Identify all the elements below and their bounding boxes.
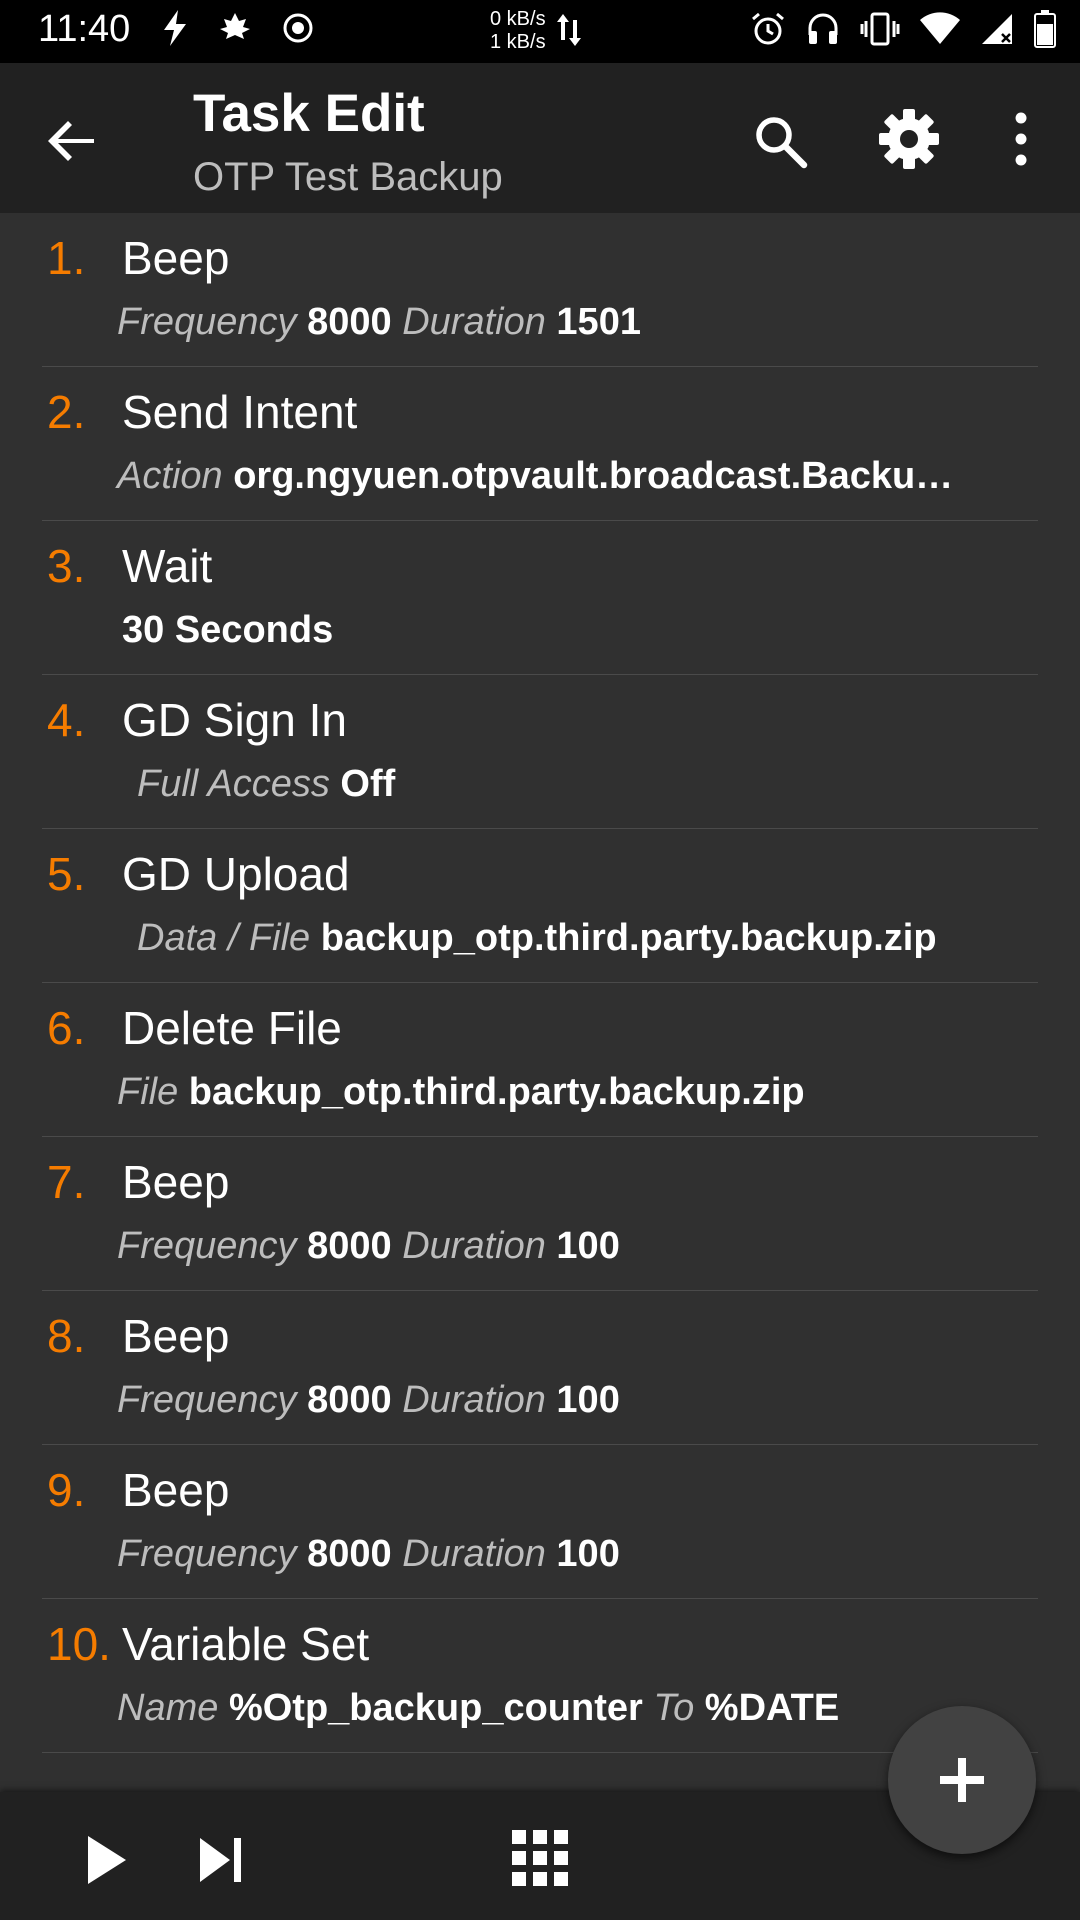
- list-item[interactable]: 10. Variable Set Name %Otp_backup_counte…: [42, 1599, 1038, 1753]
- list-item[interactable]: 5. GD Upload Data / File backup_otp.thir…: [42, 829, 1038, 983]
- param-label: Frequency: [117, 1533, 297, 1575]
- back-arrow-icon[interactable]: [44, 113, 100, 169]
- param-value: org.ngyuen.otpvault.broadcast.Backu…: [233, 455, 954, 497]
- action-details: Full Access Off: [137, 763, 395, 806]
- task-name: OTP Test Backup: [193, 155, 503, 199]
- action-details: 30 Seconds: [122, 609, 333, 652]
- action-number: 9.: [47, 1464, 86, 1516]
- param-value: 8000: [307, 1379, 392, 1421]
- app-bar: Task Edit OTP Test Backup: [0, 63, 1080, 213]
- action-title: Variable Set: [122, 1618, 370, 1670]
- param-label: Duration: [402, 301, 546, 343]
- search-icon[interactable]: [750, 111, 810, 171]
- param-value: 8000: [307, 1225, 392, 1267]
- list-item[interactable]: 7. Beep Frequency 8000 Duration 100: [42, 1137, 1038, 1291]
- param-value: backup_otp.third.party.backup.zip: [188, 1071, 805, 1113]
- wifi-icon: [920, 12, 960, 44]
- param-label: Name: [117, 1687, 219, 1729]
- action-title: Beep: [122, 1310, 230, 1362]
- param-label: To: [653, 1687, 695, 1729]
- param-value: 8000: [307, 301, 392, 343]
- net-up-text: 1 kB/s: [490, 31, 546, 53]
- action-title: GD Sign In: [122, 694, 347, 746]
- vibrate-icon: [860, 12, 900, 46]
- status-bar: 11:40 0 kB/s 1 kB/s: [0, 0, 1080, 63]
- action-number: 8.: [47, 1310, 86, 1362]
- action-title: Beep: [122, 232, 230, 284]
- param-value: 100: [556, 1225, 620, 1267]
- param-label: Frequency: [117, 1379, 297, 1421]
- action-details: Name %Otp_backup_counter To %DATE: [117, 1687, 839, 1730]
- action-title: Beep: [122, 1156, 230, 1208]
- action-details: Frequency 8000 Duration 1501: [117, 301, 641, 344]
- list-item[interactable]: 3. Wait 30 Seconds: [42, 521, 1038, 675]
- apps-grid-icon[interactable]: [510, 1828, 570, 1888]
- param-value: 30 Seconds: [122, 609, 334, 651]
- param-label: Data / File: [137, 917, 311, 959]
- net-down-text: 0 kB/s: [490, 8, 546, 30]
- action-list: 1. Beep Frequency 8000 Duration 1501 2. …: [0, 213, 1080, 1753]
- param-value: %Otp_backup_counter: [228, 1687, 643, 1729]
- alarm-icon: [752, 12, 784, 45]
- action-number: 3.: [47, 540, 86, 592]
- more-vert-icon[interactable]: [1000, 108, 1042, 170]
- page-title: Task Edit: [193, 84, 425, 143]
- param-label: Duration: [402, 1379, 546, 1421]
- flash-icon: [164, 10, 186, 46]
- leaf-icon: [220, 13, 250, 39]
- play-icon[interactable]: [80, 1832, 130, 1888]
- list-item[interactable]: 4. GD Sign In Full Access Off: [42, 675, 1038, 829]
- add-action-button[interactable]: [888, 1706, 1036, 1854]
- param-label: File: [117, 1071, 179, 1113]
- action-number: 2.: [47, 386, 86, 438]
- data-transfer-icon: [557, 14, 581, 46]
- gear-icon[interactable]: [878, 108, 940, 170]
- param-value: 1501: [556, 301, 641, 343]
- action-number: 6.: [47, 1002, 86, 1054]
- param-value: backup_otp.third.party.backup.zip: [320, 917, 937, 959]
- plus-icon: [940, 1758, 984, 1802]
- action-number: 4.: [47, 694, 86, 746]
- action-details: Frequency 8000 Duration 100: [117, 1533, 620, 1576]
- list-item[interactable]: 6. Delete File File backup_otp.third.par…: [42, 983, 1038, 1137]
- list-item[interactable]: 8. Beep Frequency 8000 Duration 100: [42, 1291, 1038, 1445]
- network-speed: 0 kB/s 1 kB/s: [490, 8, 546, 54]
- signal-icon: [982, 14, 1012, 44]
- param-value: %DATE: [704, 1687, 840, 1729]
- list-item[interactable]: 9. Beep Frequency 8000 Duration 100: [42, 1445, 1038, 1599]
- action-details: Action org.ngyuen.otpvault.broadcast.Bac…: [117, 455, 953, 498]
- battery-icon: [1034, 10, 1056, 48]
- action-number: 10.: [47, 1618, 111, 1670]
- param-value: 100: [556, 1533, 620, 1575]
- status-time: 11:40: [38, 8, 131, 50]
- param-value: 8000: [307, 1533, 392, 1575]
- headset-icon: [808, 13, 838, 44]
- action-number: 7.: [47, 1156, 86, 1208]
- param-label: Frequency: [117, 1225, 297, 1267]
- action-title: GD Upload: [122, 848, 350, 900]
- skip-next-icon[interactable]: [196, 1832, 246, 1888]
- action-title: Beep: [122, 1464, 230, 1516]
- action-details: Frequency 8000 Duration 100: [117, 1379, 620, 1422]
- param-label: Duration: [402, 1533, 546, 1575]
- action-number: 1.: [47, 232, 86, 284]
- param-label: Full Access: [137, 763, 330, 805]
- action-number: 5.: [47, 848, 86, 900]
- param-label: Frequency: [117, 301, 297, 343]
- action-details: Frequency 8000 Duration 100: [117, 1225, 620, 1268]
- action-title: Send Intent: [122, 386, 358, 438]
- list-item[interactable]: 1. Beep Frequency 8000 Duration 1501: [42, 213, 1038, 367]
- record-icon: [283, 13, 313, 43]
- list-item[interactable]: 2. Send Intent Action org.ngyuen.otpvaul…: [42, 367, 1038, 521]
- action-details: File backup_otp.third.party.backup.zip: [117, 1071, 805, 1114]
- action-title: Delete File: [122, 1002, 342, 1054]
- param-value: Off: [340, 763, 396, 805]
- param-value: 100: [556, 1379, 620, 1421]
- param-label: Duration: [402, 1225, 546, 1267]
- action-title: Wait: [122, 540, 213, 592]
- action-details: Data / File backup_otp.third.party.backu…: [137, 917, 937, 960]
- param-label: Action: [117, 455, 223, 497]
